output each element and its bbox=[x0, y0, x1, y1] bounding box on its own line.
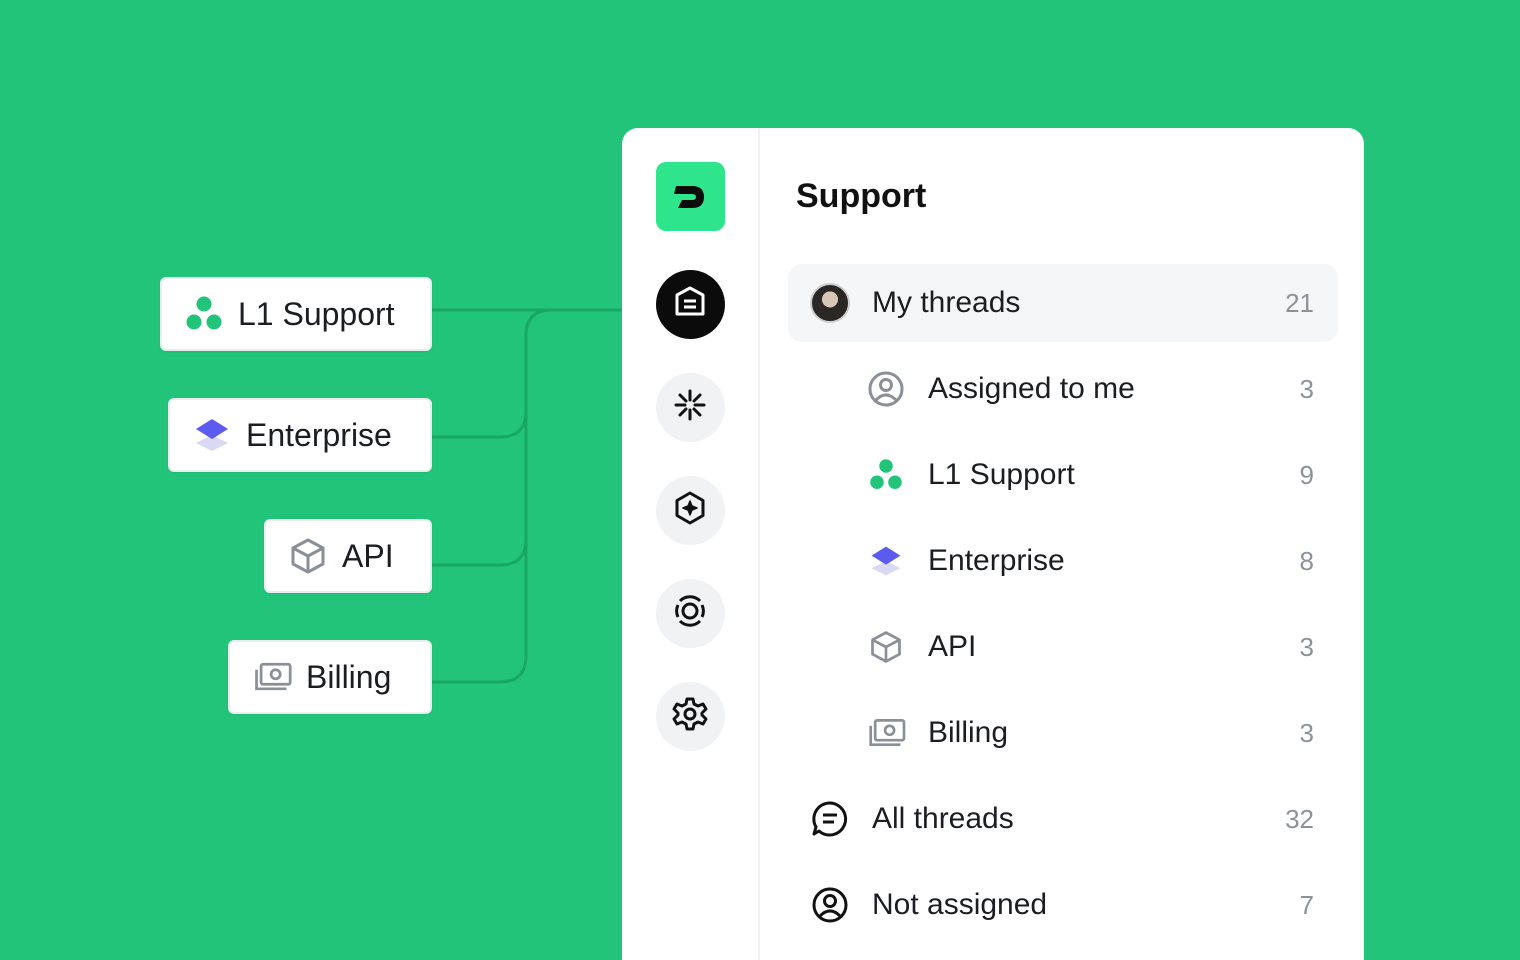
target-icon bbox=[672, 593, 708, 634]
nav-item-label: My threads bbox=[872, 286, 1021, 319]
hexagon-button[interactable] bbox=[655, 476, 725, 545]
threads-icon bbox=[673, 285, 707, 324]
nav-item-enterprise[interactable]: Enterprise 8 bbox=[788, 522, 1338, 600]
user-circle-icon bbox=[864, 367, 908, 411]
nav-item-my-threads[interactable]: My threads 21 bbox=[788, 264, 1338, 342]
tag-label: L1 Support bbox=[238, 295, 395, 332]
layers-icon bbox=[192, 415, 232, 455]
nav-item-all-threads[interactable]: All threads 32 bbox=[788, 780, 1338, 858]
tag-api[interactable]: API bbox=[264, 519, 432, 593]
tag-billing[interactable]: Billing bbox=[228, 640, 432, 714]
nav-item-label: Billing bbox=[928, 716, 1009, 749]
nav-item-count: 9 bbox=[1299, 459, 1314, 490]
nav-item-l1-support[interactable]: L1 Support 9 bbox=[788, 436, 1338, 514]
team-dots-icon bbox=[184, 294, 224, 334]
money-icon bbox=[252, 657, 292, 697]
avatar bbox=[808, 281, 852, 325]
app-logo[interactable] bbox=[655, 162, 725, 231]
nav-item-count: 21 bbox=[1285, 287, 1314, 318]
team-dots-icon bbox=[864, 453, 908, 497]
nav-item-count: 3 bbox=[1299, 631, 1314, 662]
nav-item-count: 8 bbox=[1299, 545, 1314, 576]
tag-label: Enterprise bbox=[246, 416, 392, 453]
nav-item-assigned-to-me[interactable]: Assigned to me 3 bbox=[788, 350, 1338, 428]
tag-l1-support[interactable]: L1 Support bbox=[160, 277, 432, 351]
tag-label: API bbox=[342, 537, 394, 574]
nav-item-count: 7 bbox=[1299, 889, 1314, 920]
gear-icon bbox=[672, 696, 708, 737]
threads-button[interactable] bbox=[655, 270, 725, 339]
sidebar-rail bbox=[622, 128, 760, 960]
nav-item-count: 3 bbox=[1299, 373, 1314, 404]
cube-icon bbox=[288, 536, 328, 576]
app-window: Support My threads 21 Assigned to me 3 L… bbox=[622, 128, 1364, 960]
chat-bubble-icon bbox=[808, 797, 852, 841]
nav-item-billing[interactable]: Billing 3 bbox=[788, 694, 1338, 772]
tag-label: Billing bbox=[306, 658, 392, 695]
sparkle-icon bbox=[673, 388, 707, 427]
tag-enterprise[interactable]: Enterprise bbox=[168, 398, 432, 472]
sparkle-button[interactable] bbox=[655, 373, 725, 442]
nav-item-label: API bbox=[928, 630, 977, 663]
nav-item-label: L1 Support bbox=[928, 458, 1075, 491]
hexagon-plus-icon bbox=[672, 490, 708, 531]
inbox-panel: Support My threads 21 Assigned to me 3 L… bbox=[760, 128, 1364, 960]
nav-item-api[interactable]: API 3 bbox=[788, 608, 1338, 686]
nav-item-label: All threads bbox=[872, 802, 1014, 835]
nav-item-count: 3 bbox=[1299, 717, 1314, 748]
layers-icon bbox=[864, 539, 908, 583]
nav-item-not-assigned[interactable]: Not assigned 7 bbox=[788, 866, 1338, 944]
money-icon bbox=[864, 711, 908, 755]
nav-item-label: Not assigned bbox=[872, 888, 1048, 921]
settings-button[interactable] bbox=[655, 682, 725, 751]
nav-item-count: 32 bbox=[1285, 803, 1314, 834]
cube-icon bbox=[864, 625, 908, 669]
target-button[interactable] bbox=[655, 579, 725, 648]
user-circle-icon bbox=[808, 883, 852, 927]
nav-item-label: Assigned to me bbox=[928, 372, 1135, 405]
page-title: Support bbox=[796, 177, 927, 215]
nav-item-label: Enterprise bbox=[928, 544, 1065, 577]
